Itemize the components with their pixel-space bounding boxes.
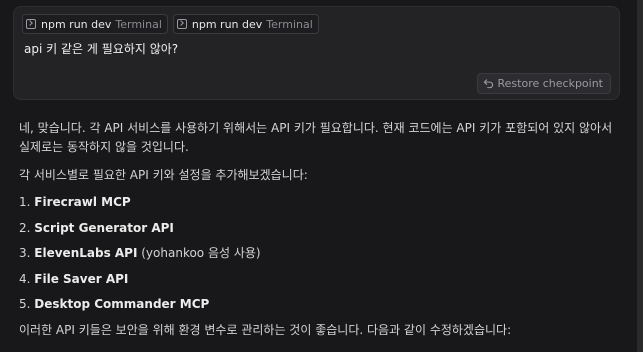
assistant-paragraph: 각 서비스별로 필요한 API 키와 설정을 추가해보겠습니다: — [19, 168, 308, 182]
user-message-text: api 키 같은 게 필요하지 않아? — [24, 42, 179, 56]
list-item-note: (yohankoo 음성 사용) — [137, 246, 261, 260]
assistant-paragraph: 네, 맞습니다. 각 API 서비스를 사용하기 위해서는 API 키가 필요합… — [19, 121, 613, 154]
service-list: 1. Firecrawl MCP 2. Script Generator API… — [19, 193, 624, 321]
list-item-name: Script Generator API — [34, 220, 174, 235]
restore-checkpoint-button[interactable]: Restore checkpoint — [476, 73, 611, 94]
list-item-number: 5. — [19, 297, 31, 311]
terminal-context-chip[interactable]: npm run dev Terminal — [22, 14, 168, 34]
chat-panel: npm run dev Terminal npm run dev Termina… — [0, 0, 643, 352]
list-item-name: Desktop Commander MCP — [34, 297, 210, 311]
terminal-icon — [26, 19, 36, 29]
list-item-number: 1. — [19, 195, 31, 209]
list-item-number: 3. — [19, 246, 31, 260]
assistant-message: 네, 맞습니다. 각 API 서비스를 사용하기 위해서는 API 키가 필요합… — [19, 119, 624, 340]
list-item: 3. ElevenLabs API (yohankoo 음성 사용) — [19, 244, 624, 270]
list-item: 2. Script Generator API — [19, 219, 624, 245]
undo-icon — [483, 79, 493, 89]
restore-checkpoint-label: Restore checkpoint — [497, 77, 604, 90]
user-message-card[interactable]: npm run dev Terminal npm run dev Termina… — [13, 6, 620, 100]
chip-command: npm run dev — [191, 17, 263, 31]
terminal-context-chip[interactable]: npm run dev Terminal — [172, 14, 319, 34]
list-item-name: File Saver API — [34, 271, 129, 286]
list-item: 1. Firecrawl MCP — [19, 193, 624, 219]
chip-command: npm run dev — [41, 17, 112, 31]
assistant-paragraph: 이러한 API 키들은 보안을 위해 환경 변수로 관리하는 것이 좋습니다. … — [19, 322, 512, 337]
list-item-name: Firecrawl MCP — [34, 195, 131, 209]
list-item-number: 2. — [19, 220, 31, 235]
context-chips: npm run dev Terminal npm run dev Termina… — [22, 14, 319, 34]
list-item: 5. Desktop Commander MCP — [19, 295, 624, 321]
chip-kind: Terminal — [115, 17, 162, 31]
terminal-icon — [176, 19, 187, 29]
list-item: 4. File Saver API — [19, 270, 624, 296]
chip-kind: Terminal — [266, 17, 313, 31]
panel-divider[interactable] — [637, 0, 643, 352]
list-item-name: ElevenLabs API — [34, 246, 138, 260]
list-item-number: 4. — [19, 271, 31, 286]
